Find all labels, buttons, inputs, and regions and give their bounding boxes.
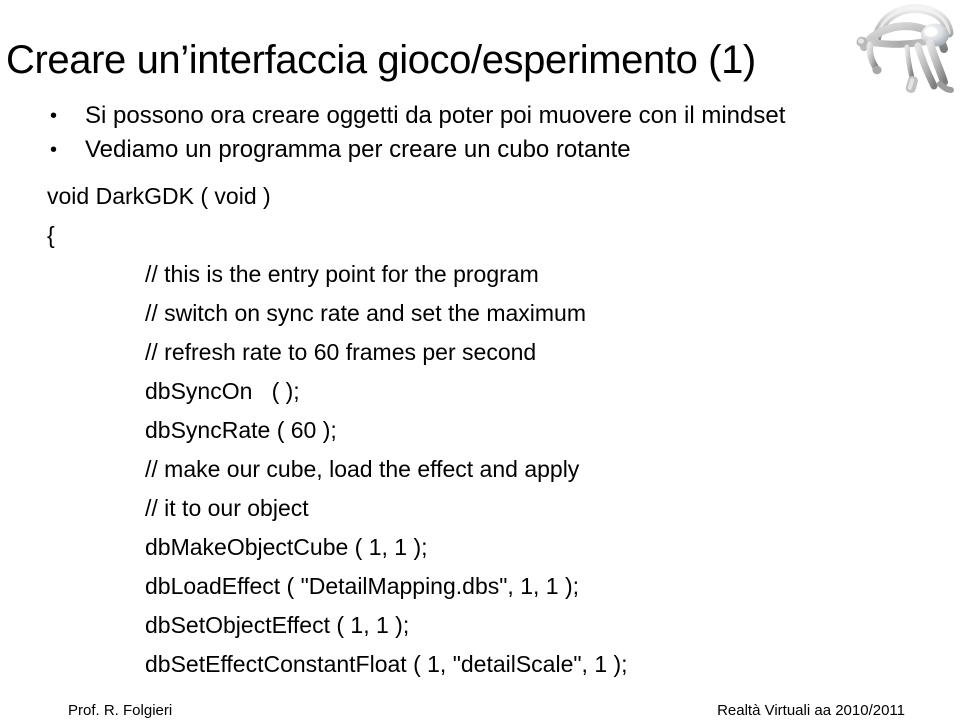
slide-footer: Prof. R. Folgieri Realtà Virtuali aa 201… <box>0 698 960 727</box>
code-line-text: dbLoadEffect ( "DetailMapping.dbs", 1, 1… <box>145 573 579 599</box>
code-line-text: dbSyncRate ( 60 ); <box>145 417 337 443</box>
code-line: // it to our object <box>0 489 960 528</box>
code-line-text: // it to our object <box>145 495 309 521</box>
code-line-text: // refresh rate to 60 frames per second <box>145 339 537 365</box>
code-line: void DarkGDK ( void ) <box>0 177 960 216</box>
code-line: // make our cube, load the effect and ap… <box>0 450 960 489</box>
code-line-text: dbSetEffectConstantFloat ( 1, "detailSca… <box>145 651 628 677</box>
slide-canvas: Creare un’interfaccia gioco/esperimento … <box>0 0 960 727</box>
bullet-text: Si possono ora creare oggetti da poter p… <box>85 102 786 129</box>
code-line-text: dbSyncOn ( ); <box>145 378 300 404</box>
code-line-text: void DarkGDK ( void ) <box>47 183 271 209</box>
bullet-marker-icon: • <box>50 139 58 161</box>
code-line-text: dbMakeObjectCube ( 1, 1 ); <box>145 534 428 560</box>
code-line-text: // make our cube, load the effect and ap… <box>145 456 580 482</box>
code-line: { <box>0 216 960 255</box>
code-line-text: // switch on sync rate and set the maxim… <box>145 300 587 326</box>
code-block: void DarkGDK ( void ) { // this is the e… <box>0 177 960 684</box>
footer-author: Prof. R. Folgieri <box>68 702 173 719</box>
code-line: // this is the entry point for the progr… <box>0 255 960 294</box>
code-line: // refresh rate to 60 frames per second <box>0 333 960 372</box>
code-line-text: dbSetObjectEffect ( 1, 1 ); <box>145 612 410 638</box>
bullet-marker-icon: • <box>50 105 58 127</box>
code-line: dbSyncRate ( 60 ); <box>0 411 960 450</box>
page-title: Creare un’interfaccia gioco/esperimento … <box>6 38 756 82</box>
list-item: • Si possono ora creare oggetti da poter… <box>0 99 940 133</box>
code-line: dbMakeObjectCube ( 1, 1 ); <box>0 528 960 567</box>
footer-course: Realtà Virtuali aa 2010/2011 <box>717 702 905 719</box>
list-item: • Vediamo un programma per creare un cub… <box>0 133 940 167</box>
bullet-text: Vediamo un programma per creare un cubo … <box>85 136 631 163</box>
code-line: dbLoadEffect ( "DetailMapping.dbs", 1, 1… <box>0 567 960 606</box>
code-line: dbSyncOn ( ); <box>0 372 960 411</box>
code-line: dbSetObjectEffect ( 1, 1 ); <box>0 606 960 645</box>
code-line-text: // this is the entry point for the progr… <box>145 261 539 287</box>
code-line: // switch on sync rate and set the maxim… <box>0 294 960 333</box>
code-line-text: { <box>47 222 55 248</box>
bullet-list: • Si possono ora creare oggetti da poter… <box>0 99 940 167</box>
code-line: dbSetEffectConstantFloat ( 1, "detailSca… <box>0 645 960 684</box>
